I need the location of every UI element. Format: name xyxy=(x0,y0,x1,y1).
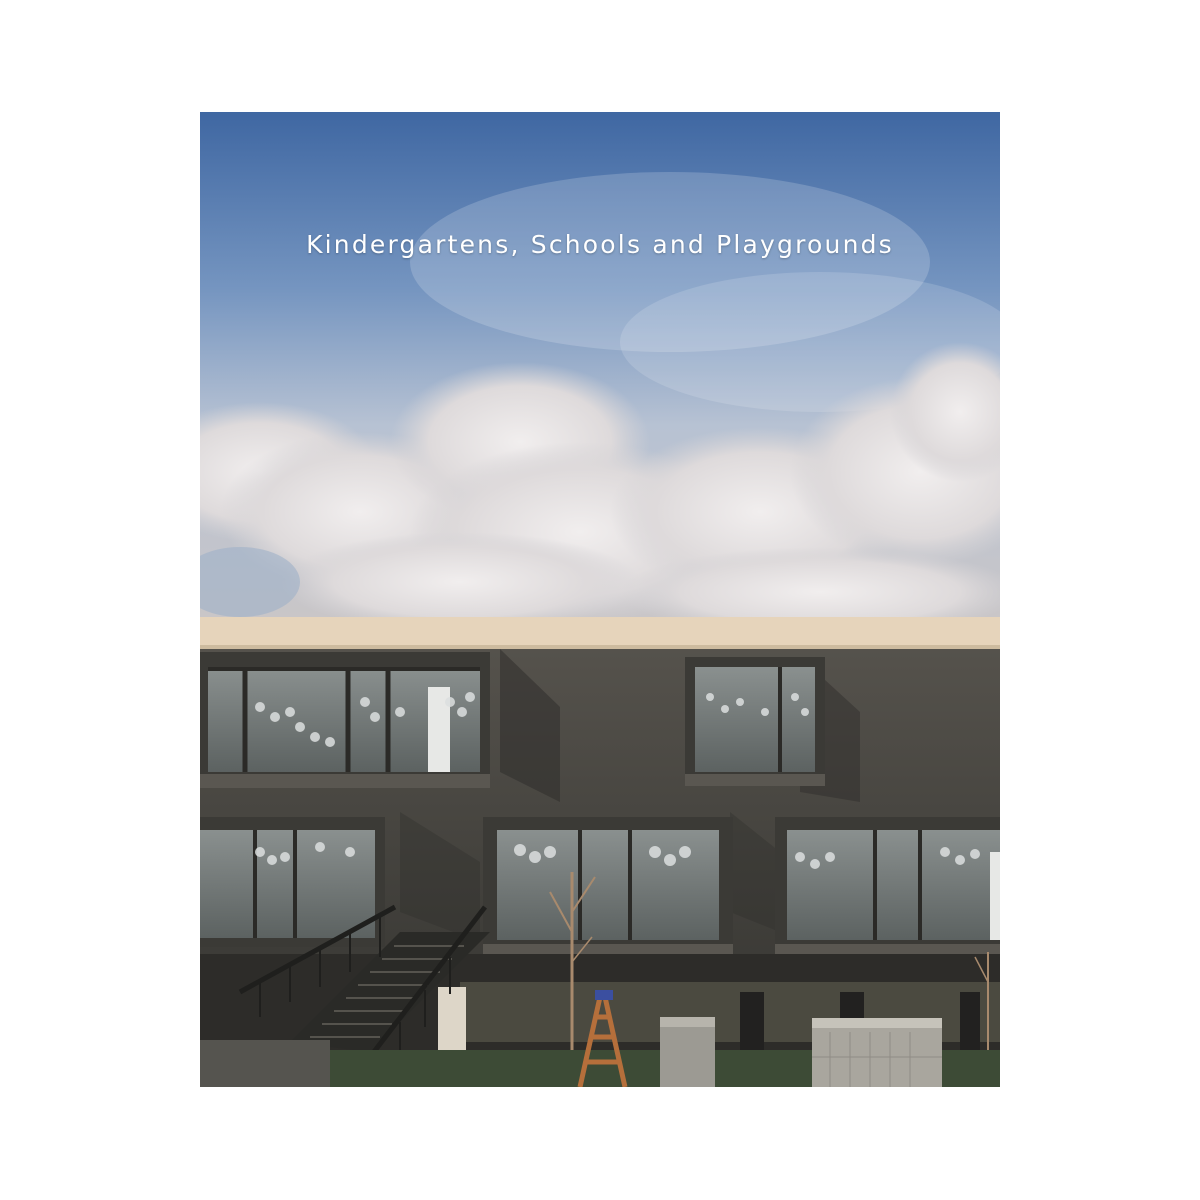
roof-slab xyxy=(200,617,1000,649)
window-box-upper-right xyxy=(685,657,825,786)
window-box-upper-left xyxy=(200,652,490,788)
book-title: Kindergartens, Schools and Playgrounds xyxy=(306,230,894,259)
window-box-lower-right xyxy=(775,817,1000,954)
window-box-lower-center xyxy=(483,817,733,954)
book-cover: Kindergartens, Schools and Playgrounds xyxy=(200,112,1000,1087)
